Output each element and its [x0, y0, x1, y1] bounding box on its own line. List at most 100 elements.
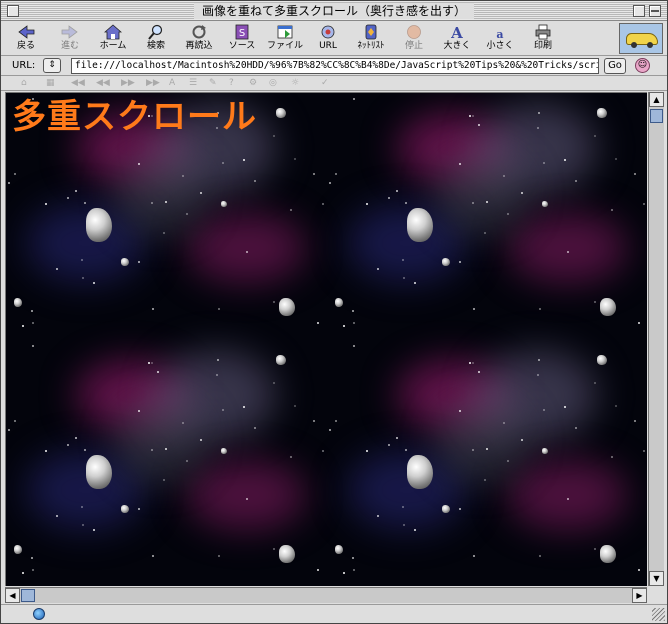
print-icon [534, 24, 552, 40]
star [633, 173, 636, 176]
source-button[interactable]: S ソース [221, 24, 263, 54]
asteroid [600, 545, 616, 563]
asteroid [442, 505, 450, 513]
url-history-popup[interactable]: ⇕ [43, 58, 61, 73]
title-bar[interactable]: 画像を重ねて多重スクロール（奥行き感を出す） [1, 1, 667, 21]
resize-grip[interactable] [652, 608, 665, 621]
vertical-scroll-thumb[interactable] [650, 109, 663, 123]
star [81, 276, 84, 279]
file-button[interactable]: ファイル [264, 24, 306, 54]
star [593, 381, 596, 384]
page-content[interactable]: 多重スクロール [5, 92, 647, 586]
star [8, 428, 11, 431]
star [593, 548, 596, 551]
star [13, 419, 16, 422]
scroll-up-arrow[interactable]: ▲ [649, 92, 664, 107]
star [272, 134, 275, 137]
star [150, 362, 153, 365]
asteroid [335, 545, 343, 554]
star [199, 439, 202, 442]
back-button[interactable]: 戻る [5, 24, 47, 54]
star [254, 179, 257, 182]
grid-icon: ▦ [46, 78, 55, 88]
print-button[interactable]: 印刷 [522, 24, 564, 54]
star [536, 126, 539, 129]
star [254, 426, 257, 429]
source-icon: S [233, 24, 251, 40]
car-logo-icon[interactable] [619, 23, 663, 54]
star [575, 426, 578, 429]
nebula-cloud [186, 460, 306, 530]
star [75, 437, 78, 440]
star [520, 439, 523, 442]
larger-text-button[interactable]: A 大きく [436, 24, 478, 54]
help-icon: ? [229, 78, 234, 88]
star [147, 362, 150, 365]
svg-text:a: a [496, 28, 503, 40]
star [329, 428, 332, 431]
star [289, 209, 292, 212]
star [471, 448, 474, 451]
close-box[interactable] [7, 5, 19, 17]
star [44, 449, 47, 452]
go-button[interactable]: Go [604, 58, 626, 74]
home-button[interactable]: ホーム [92, 24, 134, 54]
asteroid [86, 208, 112, 242]
asteroid [597, 108, 607, 118]
zoom-box[interactable] [633, 5, 645, 17]
forward-button[interactable]: 進む [49, 24, 91, 54]
reload-icon [190, 24, 208, 40]
star [563, 405, 566, 408]
url-input[interactable]: file:///localhost/Macintosh%20HDD/%96%7B… [71, 58, 599, 74]
toolbar: 戻る 進む ホーム 検索 再読込 S ソース ファイル URL ﾈｯﾄﾘｽﾄ 停… [1, 22, 667, 56]
star [352, 310, 355, 313]
asteroid [221, 201, 227, 207]
asteroid [542, 448, 548, 454]
search-button[interactable]: 検索 [135, 24, 177, 54]
star [181, 174, 184, 177]
star [387, 443, 390, 446]
star [272, 381, 275, 384]
url-button[interactable]: URL [307, 24, 349, 54]
stop-button[interactable]: 停止 [393, 24, 435, 54]
star [22, 571, 25, 574]
star [31, 557, 34, 560]
url-label: URL: [12, 60, 36, 71]
nebula-cloud [437, 400, 527, 480]
vertical-scrollbar[interactable]: ▲ ▼ [648, 92, 664, 586]
star [352, 568, 355, 571]
star [92, 282, 95, 285]
star [459, 508, 462, 511]
star [55, 514, 58, 517]
star [593, 301, 596, 304]
star [199, 192, 202, 195]
nebula-cloud [116, 400, 206, 480]
scroll-down-arrow[interactable]: ▼ [649, 571, 664, 586]
scroll-right-arrow[interactable]: ▶ [632, 588, 647, 603]
star [353, 345, 356, 348]
url-icon [319, 24, 337, 40]
star [413, 529, 416, 532]
asteroid [14, 545, 22, 554]
star [150, 201, 153, 204]
smaller-text-button[interactable]: a 小さく [479, 24, 521, 54]
nebula-cloud [507, 460, 627, 530]
scroll-left-arrow[interactable]: ◀ [5, 588, 20, 603]
asteroid [407, 455, 433, 489]
horizontal-scrollbar[interactable]: ◀ ▶ [5, 587, 647, 603]
forward-arrow-icon [61, 24, 79, 40]
star [471, 201, 474, 204]
star [316, 321, 319, 324]
netlist-button[interactable]: ﾈｯﾄﾘｽﾄ [350, 24, 392, 54]
star [343, 571, 346, 574]
star [75, 190, 78, 193]
asteroid [279, 298, 295, 316]
collapse-box[interactable] [649, 5, 661, 17]
horizontal-scroll-thumb[interactable] [21, 589, 35, 602]
star [44, 202, 47, 205]
smaller-text-icon: a [491, 24, 509, 41]
smiley-icon[interactable]: ☺ [635, 58, 650, 73]
check-icon: ✓ [321, 78, 329, 88]
star [81, 523, 84, 526]
reload-button[interactable]: 再読込 [178, 24, 220, 54]
